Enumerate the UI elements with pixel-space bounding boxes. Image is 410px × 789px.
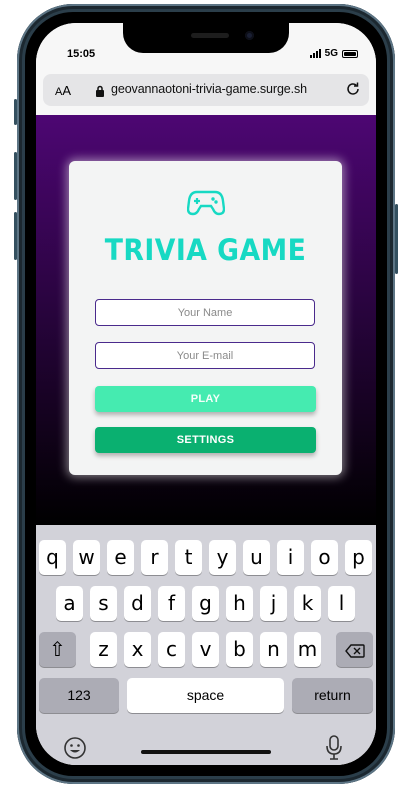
play-button[interactable]: PLAY (95, 386, 316, 412)
backspace-icon (344, 637, 365, 661)
microphone-icon[interactable] (325, 735, 343, 765)
key-e[interactable]: e (107, 540, 134, 575)
app-title: TRIVIA GAME (104, 233, 307, 267)
key-a[interactable]: a (56, 586, 83, 621)
key-t[interactable]: t (175, 540, 202, 575)
key-x[interactable]: x (124, 632, 151, 667)
key-o[interactable]: o (311, 540, 338, 575)
emoji-icon[interactable] (63, 736, 87, 765)
home-indicator (141, 750, 271, 754)
numbers-key[interactable]: 123 (39, 678, 119, 713)
volume-up-button (14, 152, 17, 200)
key-n[interactable]: n (260, 632, 287, 667)
key-s[interactable]: s (90, 586, 117, 621)
battery-icon (342, 49, 358, 58)
key-g[interactable]: g (192, 586, 219, 621)
key-q[interactable]: q (39, 540, 66, 575)
key-h[interactable]: h (226, 586, 253, 621)
key-w[interactable]: w (73, 540, 100, 575)
web-content: TRIVIA GAME PLAY SETTINGS (36, 115, 376, 525)
key-k[interactable]: k (294, 586, 321, 621)
login-card: TRIVIA GAME PLAY SETTINGS (69, 161, 342, 475)
key-y[interactable]: y (209, 540, 236, 575)
settings-button[interactable]: SETTINGS (95, 427, 316, 453)
signal-icon (309, 49, 321, 58)
volume-down-button (14, 212, 17, 260)
key-d[interactable]: d (124, 586, 151, 621)
space-key[interactable]: space (127, 678, 284, 713)
status-time: 15:05 (67, 48, 96, 60)
key-r[interactable]: r (141, 540, 168, 575)
key-i[interactable]: i (277, 540, 304, 575)
key-u[interactable]: u (243, 540, 270, 575)
keyboard: qwertyuiop asdfghjkl zxcvbnm ⇧ 123 space… (36, 525, 376, 765)
gamepad-icon (186, 187, 226, 222)
email-input[interactable] (95, 342, 315, 369)
text-size-button[interactable]: AA (55, 83, 71, 98)
phone-bezel: 15:05 5G AA geovannaotoni-trivia-game.su… (25, 12, 387, 776)
key-j[interactable]: j (260, 586, 287, 621)
key-c[interactable]: c (158, 632, 185, 667)
front-camera (245, 31, 254, 40)
key-b[interactable]: b (226, 632, 253, 667)
phone-frame: 15:05 5G AA geovannaotoni-trivia-game.su… (14, 4, 398, 784)
address-bar[interactable]: AA geovannaotoni-trivia-game.surge.sh (43, 74, 369, 106)
browser-toolbar: AA geovannaotoni-trivia-game.surge.sh (36, 69, 376, 115)
key-v[interactable]: v (192, 632, 219, 667)
lock-icon (95, 84, 105, 102)
status-indicators: 5G (309, 48, 358, 59)
shift-key[interactable]: ⇧ (39, 632, 76, 667)
key-z[interactable]: z (90, 632, 117, 667)
reload-icon[interactable] (345, 81, 361, 102)
phone-screen: 15:05 5G AA geovannaotoni-trivia-game.su… (36, 23, 376, 765)
name-input[interactable] (95, 299, 315, 326)
return-key[interactable]: return (292, 678, 373, 713)
mute-switch (14, 99, 17, 125)
earpiece-speaker (191, 33, 229, 38)
url-text[interactable]: geovannaotoni-trivia-game.surge.sh (111, 82, 307, 96)
key-p[interactable]: p (345, 540, 372, 575)
key-m[interactable]: m (294, 632, 321, 667)
key-f[interactable]: f (158, 586, 185, 621)
network-label: 5G (324, 48, 338, 59)
key-l[interactable]: l (328, 586, 355, 621)
notch (123, 23, 289, 53)
backspace-key[interactable] (336, 632, 373, 667)
power-button (395, 204, 398, 274)
